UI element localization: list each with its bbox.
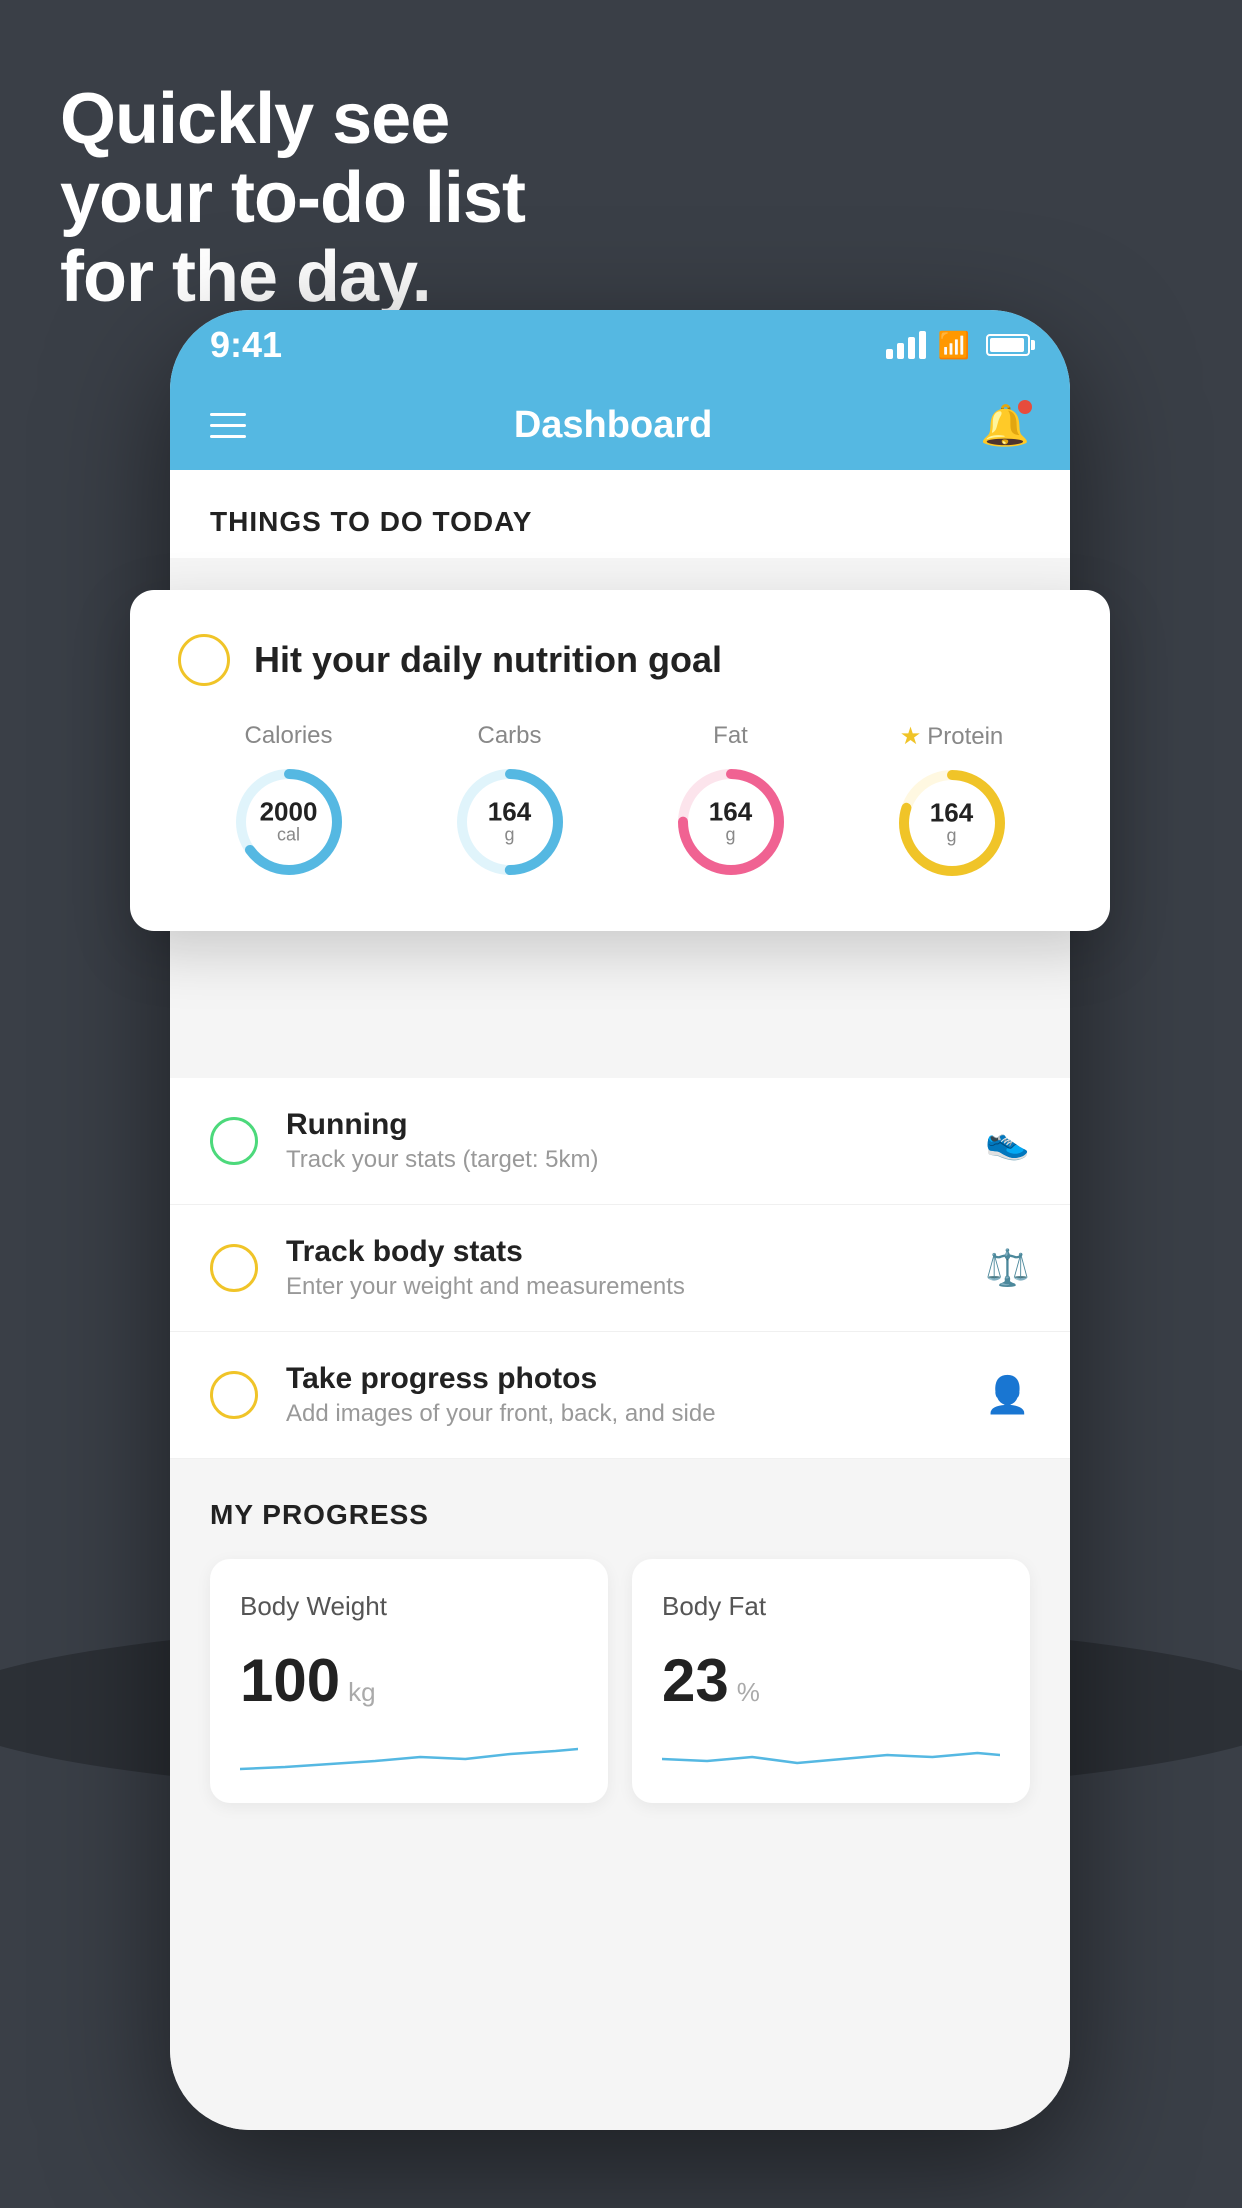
nutrition-row: Calories 2000 cal Carbs xyxy=(178,722,1062,883)
fat-label: Fat xyxy=(713,722,748,750)
body-fat-card: Body Fat 23 % xyxy=(632,1559,1030,1803)
menu-button[interactable] xyxy=(210,413,246,438)
running-checkbox[interactable] xyxy=(210,1117,258,1165)
todo-item-running[interactable]: Running Track your stats (target: 5km) 👟 xyxy=(170,1078,1070,1205)
app-header: Dashboard 🔔 xyxy=(170,380,1070,470)
headline-line1: Quickly see xyxy=(60,80,525,159)
headline-line2: your to-do list xyxy=(60,159,525,238)
photos-title: Take progress photos xyxy=(286,1362,957,1396)
protein-star-icon: ★ xyxy=(900,722,922,751)
progress-title: MY PROGRESS xyxy=(210,1499,1030,1531)
body-weight-value-row: 100 kg xyxy=(240,1646,578,1715)
nutrition-fat: Fat 164 g xyxy=(671,722,791,882)
photos-subtitle: Add images of your front, back, and side xyxy=(286,1400,957,1428)
protein-label: ★ Protein xyxy=(900,722,1004,751)
body-weight-card: Body Weight 100 kg xyxy=(210,1559,608,1803)
body-stats-title: Track body stats xyxy=(286,1235,957,1269)
signal-icon xyxy=(886,331,926,359)
body-fat-card-title: Body Fat xyxy=(662,1591,1000,1622)
body-weight-card-title: Body Weight xyxy=(240,1591,578,1622)
body-fat-value: 23 xyxy=(662,1646,729,1715)
carbs-donut: 164 g xyxy=(450,762,570,882)
fat-donut: 164 g xyxy=(671,762,791,882)
featured-nutrition-card: Hit your daily nutrition goal Calories 2… xyxy=(130,590,1110,931)
body-weight-unit: kg xyxy=(348,1677,375,1708)
photos-icon: 👤 xyxy=(985,1374,1030,1416)
progress-cards: Body Weight 100 kg Body Fat 23 xyxy=(210,1559,1030,1803)
body-stats-icon: ⚖️ xyxy=(985,1247,1030,1289)
running-title: Running xyxy=(286,1108,957,1142)
body-fat-chart xyxy=(662,1739,1000,1779)
progress-section: MY PROGRESS Body Weight 100 kg xyxy=(170,1499,1070,1803)
calories-label: Calories xyxy=(244,722,332,750)
protein-donut: 164 g xyxy=(892,763,1012,883)
running-subtitle: Track your stats (target: 5km) xyxy=(286,1146,957,1174)
wifi-icon: 📶 xyxy=(938,330,970,361)
notification-dot xyxy=(1018,400,1032,414)
calories-donut: 2000 cal xyxy=(229,762,349,882)
todo-list: Running Track your stats (target: 5km) 👟… xyxy=(170,1078,1070,1459)
headline: Quickly see your to-do list for the day. xyxy=(60,80,525,318)
header-title: Dashboard xyxy=(514,404,712,447)
status-icons: 📶 xyxy=(886,330,1030,361)
body-fat-unit: % xyxy=(737,1677,760,1708)
notifications-button[interactable]: 🔔 xyxy=(980,402,1030,449)
photos-checkbox[interactable] xyxy=(210,1371,258,1419)
status-bar: 9:41 📶 xyxy=(170,310,1070,380)
body-weight-value: 100 xyxy=(240,1646,340,1715)
body-stats-subtitle: Enter your weight and measurements xyxy=(286,1273,957,1301)
body-weight-chart xyxy=(240,1739,578,1779)
nutrition-checkbox[interactable] xyxy=(178,634,230,686)
nutrition-card-title: Hit your daily nutrition goal xyxy=(254,639,722,681)
section-title: THINGS TO DO TODAY xyxy=(210,506,1030,538)
nutrition-calories: Calories 2000 cal xyxy=(229,722,349,882)
body-stats-checkbox[interactable] xyxy=(210,1244,258,1292)
todo-item-body-stats[interactable]: Track body stats Enter your weight and m… xyxy=(170,1205,1070,1332)
body-fat-value-row: 23 % xyxy=(662,1646,1000,1715)
status-time: 9:41 xyxy=(210,324,282,366)
nutrition-protein: ★ Protein 164 g xyxy=(892,722,1012,883)
headline-line3: for the day. xyxy=(60,238,525,317)
carbs-label: Carbs xyxy=(477,722,541,750)
todo-item-photos[interactable]: Take progress photos Add images of your … xyxy=(170,1332,1070,1459)
phone-frame: 9:41 📶 Dashboard 🔔 THINGS TO DO TODAY xyxy=(170,310,1070,2130)
nutrition-carbs: Carbs 164 g xyxy=(450,722,570,882)
running-icon: 👟 xyxy=(985,1120,1030,1162)
battery-icon xyxy=(986,334,1030,356)
things-to-do-section: THINGS TO DO TODAY xyxy=(170,470,1070,558)
